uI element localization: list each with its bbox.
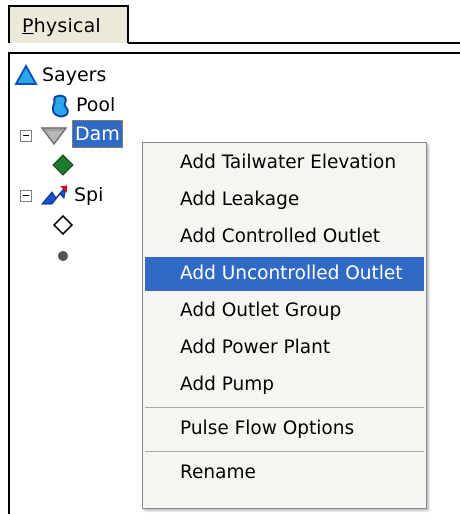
outlet-diamond-icon [52, 214, 74, 236]
tab-physical-label: Physical [22, 15, 101, 37]
outlet-dot-icon [58, 251, 68, 261]
collapse-toggle[interactable] [20, 190, 32, 202]
tree-node-spillway[interactable]: Spi [10, 180, 150, 210]
tailwater-diamond-icon [52, 154, 74, 176]
menu-separator [145, 407, 424, 408]
menu-item-add-tailwater-elevation[interactable]: Add Tailwater Elevation [145, 146, 424, 180]
spillway-icon [40, 184, 67, 205]
menu-item-pulse-flow-options[interactable]: Pulse Flow Options [145, 412, 424, 446]
context-menu: Add Tailwater Elevation Add Leakage Add … [142, 142, 427, 509]
collapse-toggle[interactable] [20, 130, 32, 142]
tab-physical[interactable]: Physical [8, 5, 129, 43]
tree-node-label: Spi [74, 184, 104, 206]
menu-item-add-controlled-outlet[interactable]: Add Controlled Outlet [145, 220, 424, 254]
tree-node-outlet-point[interactable] [10, 240, 70, 270]
tree-node-label: Sayers [42, 64, 107, 86]
menu-item-add-leakage[interactable]: Add Leakage [145, 183, 424, 217]
tab-strip-border [128, 42, 460, 44]
menu-item-add-outlet-group[interactable]: Add Outlet Group [145, 294, 424, 328]
tree-node-outlet[interactable] [10, 210, 74, 240]
tree-node-label: Pool [76, 94, 116, 116]
pool-icon [51, 94, 69, 118]
tree-node-sayers[interactable]: Sayers [10, 60, 210, 90]
menu-separator [145, 451, 424, 452]
menu-item-add-pump[interactable]: Add Pump [145, 368, 424, 402]
menu-item-add-power-plant[interactable]: Add Power Plant [145, 331, 424, 365]
tree-node-pool[interactable]: Pool [10, 90, 210, 120]
reservoir-triangle-icon [14, 64, 38, 85]
menu-item-rename[interactable]: Rename [145, 456, 424, 490]
dam-icon [40, 127, 68, 146]
menu-item-add-uncontrolled-outlet[interactable]: Add Uncontrolled Outlet [145, 257, 424, 291]
tree-node-label: Dam [72, 120, 123, 148]
tree-node-tailwater[interactable] [10, 150, 74, 180]
